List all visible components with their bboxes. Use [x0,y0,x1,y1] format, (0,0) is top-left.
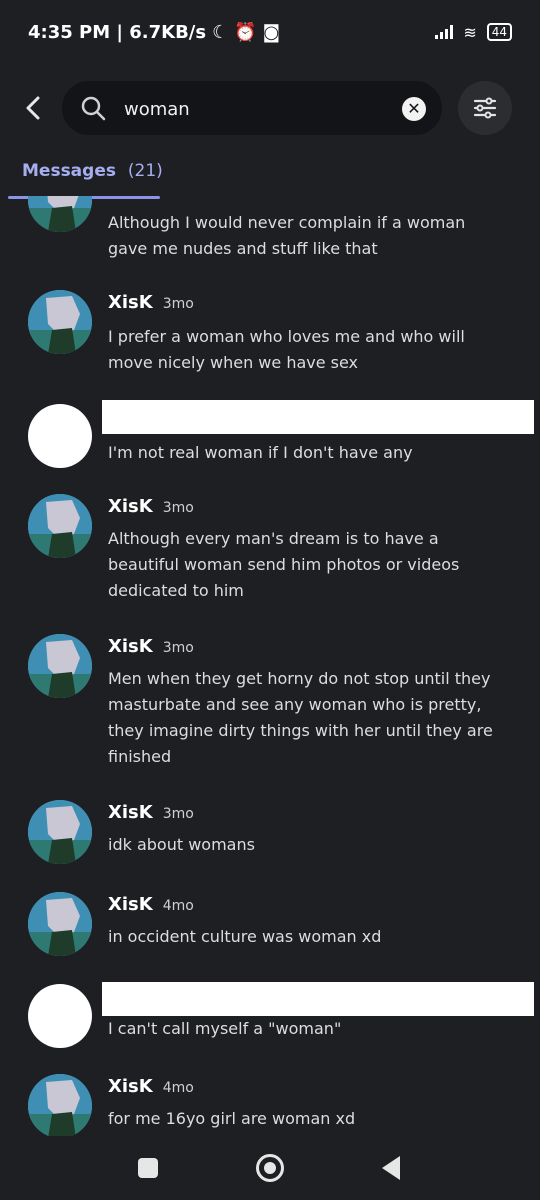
status-right: ≋ 44 [435,23,512,42]
back-button[interactable] [382,1156,400,1180]
search-results[interactable]: Although I would never complain if a wom… [0,196,540,1136]
status-left: 4:35 PM | 6.7KB/s ☾ ⏰ ◙ [28,22,280,43]
redacted-author [102,400,534,434]
message-content: I'm not real woman if I don't have any [108,443,413,462]
alarm-icon: ⏰ [234,21,257,43]
result-tabs: Messages (21) [0,152,540,200]
avatar[interactable] [28,1074,92,1136]
avatar[interactable] [28,494,92,558]
time-speed: 4:35 PM | 6.7KB/s [28,21,207,43]
avatar[interactable] [28,290,92,354]
tab-messages[interactable]: Messages (21) [8,152,177,196]
message-header: XisK 3mo [108,802,194,823]
message-content: I prefer a woman who loves me and who wi… [108,327,465,372]
message-header: XisK 3mo [108,496,194,517]
tab-messages-count: (21) [127,161,163,181]
discord-icon: ◙ [262,21,281,43]
author-name[interactable]: XisK [108,802,153,823]
message-content: idk about womans [108,835,255,854]
search-input[interactable] [122,91,386,127]
avatar[interactable] [28,984,92,1048]
timestamp: 3mo [162,500,194,516]
message-content: Although I would never complain if a wom… [108,213,466,258]
message-header: XisK 3mo [108,292,194,313]
recent-apps-button[interactable] [138,1158,158,1178]
avatar[interactable] [28,196,92,232]
message-header: XisK 3mo [108,636,194,657]
timestamp: 3mo [162,806,194,822]
search-header: ✕ [0,78,540,138]
home-button[interactable] [256,1154,284,1182]
author-name[interactable]: XisK [108,292,153,313]
signal-icon [435,25,454,39]
author-name[interactable]: XisK [108,496,153,517]
message-header: XisK 4mo [108,894,194,915]
message-content: I can't call myself a "woman" [108,1019,342,1038]
avatar[interactable] [28,800,92,864]
wifi-icon: ≋ [463,22,477,42]
status-bar: 4:35 PM | 6.7KB/s ☾ ⏰ ◙ ≋ 44 [0,0,540,64]
system-nav-bar [0,1140,540,1200]
timestamp: 4mo [162,1080,194,1096]
battery-level: 44 [491,25,507,39]
message-content: Although every man's dream is to have a … [108,529,460,600]
moon-icon: ☾ [212,21,229,43]
timestamp: 3mo [162,296,194,312]
timestamp: 4mo [162,898,194,914]
avatar[interactable] [28,892,92,956]
message-content: Men when they get horny do not stop unti… [108,669,493,766]
search-icon [80,95,106,121]
message-header: XisK 4mo [108,1076,194,1097]
redacted-author [102,982,534,1016]
filter-icon[interactable] [458,81,512,135]
avatar[interactable] [28,404,92,468]
author-name[interactable]: XisK [108,1076,153,1097]
message-content: in occident culture was woman xd [108,927,382,946]
avatar[interactable] [28,634,92,698]
battery-icon: 44 [486,23,512,41]
author-name[interactable]: XisK [108,894,153,915]
message-content: for me 16yo girl are woman xd [108,1109,356,1128]
author-name[interactable]: XisK [108,636,153,657]
clear-icon[interactable]: ✕ [402,97,426,121]
search-box[interactable]: ✕ [62,81,442,135]
tab-messages-label: Messages [22,161,116,181]
timestamp: 3mo [162,640,194,656]
back-arrow-icon[interactable] [24,88,56,128]
